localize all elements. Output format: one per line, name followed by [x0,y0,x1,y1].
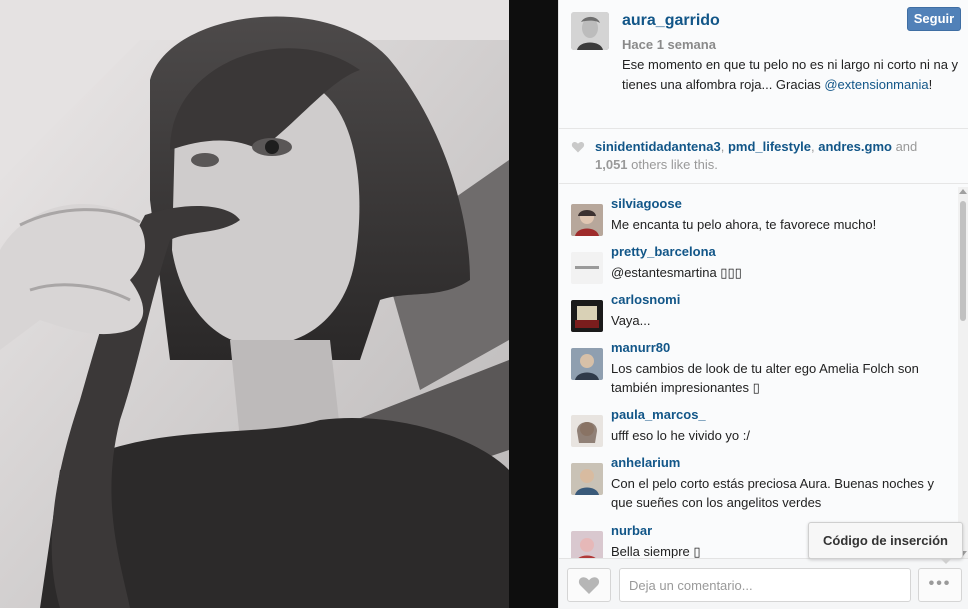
divider [559,128,968,129]
commenter-avatar[interactable] [571,531,603,558]
comment-username[interactable]: anhelarium [611,455,680,470]
comment-text: Con el pelo corto estás preciosa Aura. B… [611,476,935,510]
comment-username[interactable]: silviagoose [611,196,682,211]
avatar-image [571,300,603,332]
comment-input[interactable] [619,568,911,602]
comment-username[interactable]: carlosnomi [611,292,680,307]
author-avatar[interactable] [571,12,609,50]
commenter-avatar[interactable] [571,252,603,284]
photo-illustration [0,0,509,608]
comment-username[interactable]: manurr80 [611,340,670,355]
embed-code-tooltip: Código de inserción [808,522,963,559]
likes-and: and [891,139,918,154]
comments-scrollbar[interactable] [958,187,968,558]
divider [559,183,968,184]
avatar-image [571,252,603,284]
avatar-image [571,204,603,236]
comment-text: @estantesmartina ▯▯▯ [611,265,742,280]
post-photo[interactable] [0,0,509,608]
likes-count[interactable]: 1,051 [595,157,628,172]
likes-separator: , [720,139,728,154]
post-header: aura_garrido Seguir Hace 1 semana Ese mo… [571,7,961,120]
scroll-up-arrow[interactable] [959,189,967,194]
avatar-image [571,415,603,447]
post-sidebar: aura_garrido Seguir Hace 1 semana Ese mo… [558,0,968,609]
post-timestamp: Hace 1 semana [622,37,716,52]
likes-suffix: others like this. [627,157,718,172]
comment-username[interactable]: pretty_barcelona [611,244,716,259]
scrollbar-thumb[interactable] [960,201,966,321]
commenter-avatar[interactable] [571,204,603,236]
avatar-image [571,531,603,558]
comment-footer: ••• [559,558,968,609]
post-caption: Ese momento en que tu pelo no es ni larg… [622,55,967,95]
comment-text: Vaya... [611,313,651,328]
author-username[interactable]: aura_garrido [622,12,720,30]
comment-username[interactable]: paula_marcos_ [611,407,706,422]
heart-icon [578,577,600,594]
more-options-button[interactable]: ••• [918,568,962,602]
comment-username[interactable]: nurbar [611,523,652,538]
heart-icon [571,141,585,153]
comment-text: Me encanta tu pelo ahora, te favorece mu… [611,217,877,232]
liker-link[interactable]: pmd_lifestyle [728,139,811,154]
follow-button[interactable]: Seguir [907,7,961,31]
caption-mention-link[interactable]: @extensionmania [824,77,928,92]
tooltip-arrow [940,558,952,564]
commenter-avatar[interactable] [571,300,603,332]
likes-text: sinidentidadantena3, pmd_lifestyle, andr… [595,138,945,174]
commenter-avatar[interactable] [571,463,603,495]
comments-list[interactable]: silviagoose Me encanta tu pelo ahora, te… [559,187,968,558]
liker-link[interactable]: andres.gmo [818,139,892,154]
comment-text: Los cambios de look de tu alter ego Amel… [611,361,919,395]
avatar-image [571,463,603,495]
comment-text: ufff eso lo he vivido yo :/ [611,428,750,443]
photo-gutter [509,0,558,608]
avatar-image [571,12,609,50]
avatar-image [571,348,603,380]
liker-link[interactable]: sinidentidadantena3 [595,139,721,154]
commenter-avatar[interactable] [571,415,603,447]
like-button[interactable] [567,568,611,602]
ellipsis-icon: ••• [928,575,952,592]
commenter-avatar[interactable] [571,348,603,380]
caption-end: ! [928,77,933,92]
